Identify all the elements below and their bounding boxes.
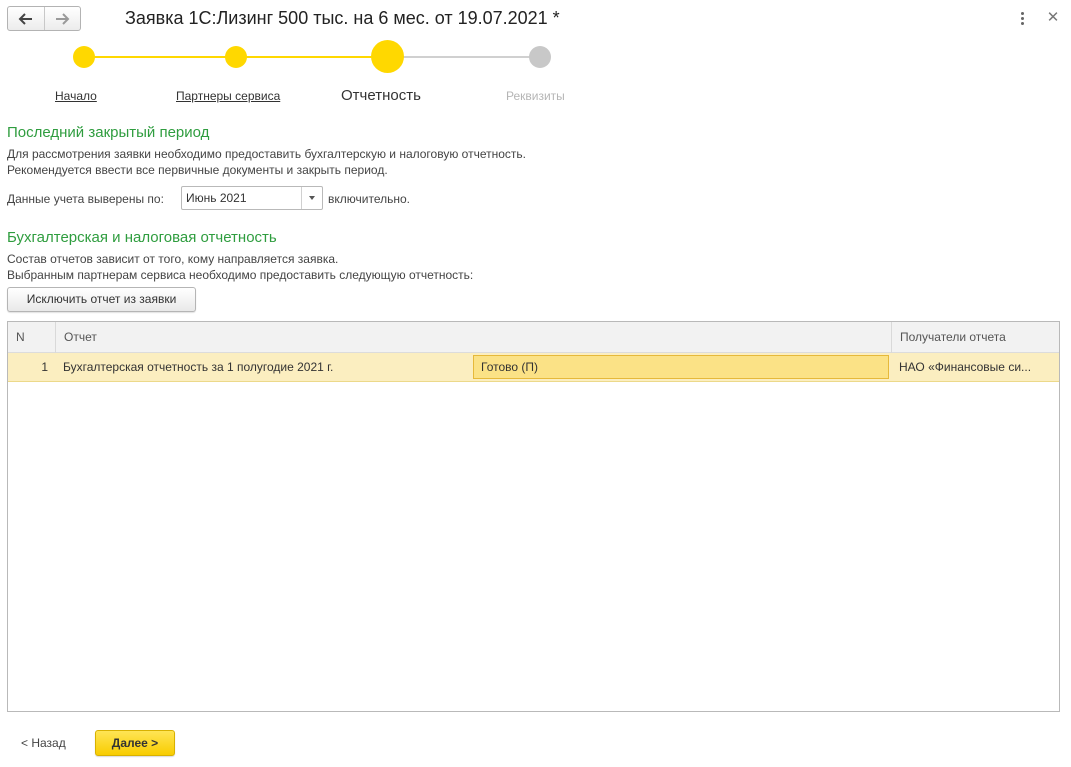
period-select-value[interactable]: Июнь 2021 — [182, 187, 301, 209]
table-row[interactable]: 1 Бухгалтерская отчетность за 1 полугоди… — [8, 353, 1059, 382]
wizard-step-dot-partners[interactable] — [225, 46, 247, 68]
arrow-left-icon — [18, 12, 32, 25]
reports-table[interactable]: N Отчет Получатели отчета 1 Бухгалтерска… — [7, 321, 1060, 712]
column-header-num[interactable]: N — [8, 322, 55, 353]
wizard-step-dot-details — [529, 46, 551, 68]
dropdown-arrow-icon[interactable] — [301, 187, 322, 209]
more-options-icon[interactable] — [1016, 10, 1028, 26]
wizard-step-dot-reports — [371, 40, 404, 73]
wizard-line-future — [388, 56, 540, 58]
period-description-line-2: Рекомендуется ввести все первичные докум… — [7, 163, 388, 177]
reports-description-line-2: Выбранным партнерам сервиса необходимо п… — [7, 268, 474, 282]
row-status[interactable]: Готово (П) — [473, 355, 889, 379]
period-section-title: Последний закрытый период — [7, 124, 210, 141]
arrow-right-icon — [56, 12, 70, 25]
column-header-recipients[interactable]: Получатели отчета — [891, 322, 1059, 353]
reports-description-line-1: Состав отчетов зависит от того, кому нап… — [7, 252, 339, 266]
column-header-report[interactable]: Отчет — [55, 322, 891, 353]
forward-nav-button[interactable] — [43, 7, 81, 30]
reports-section-title: Бухгалтерская и налоговая отчетность — [7, 229, 277, 246]
navigation-buttons — [7, 6, 81, 31]
table-header: N Отчет Получатели отчета — [8, 322, 1059, 353]
wizard-step-start[interactable]: Начало — [55, 89, 97, 103]
next-button[interactable]: Далее > — [95, 730, 175, 756]
period-field-suffix: включительно. — [328, 192, 410, 206]
row-recipients[interactable]: НАО «Финансовые си... — [899, 353, 1057, 381]
window-title: Заявка 1С:Лизинг 500 тыс. на 6 мес. от 1… — [125, 8, 560, 28]
wizard-step-reports: Отчетность — [341, 87, 421, 104]
back-nav-button[interactable] — [8, 7, 44, 30]
wizard-step-details: Реквизиты — [506, 89, 565, 103]
period-field-label: Данные учета выверены по: — [7, 192, 164, 206]
period-select[interactable]: Июнь 2021 — [181, 186, 323, 210]
wizard-steps: Начало Партнеры сервиса Отчетность Рекви… — [0, 38, 620, 108]
back-button[interactable]: < Назад — [21, 736, 66, 750]
close-icon[interactable]: ✕ — [1045, 10, 1061, 26]
period-description-line-1: Для рассмотрения заявки необходимо предо… — [7, 147, 526, 161]
row-num: 1 — [41, 360, 48, 374]
row-report[interactable]: Бухгалтерская отчетность за 1 полугодие … — [63, 353, 463, 381]
wizard-step-dot-start[interactable] — [73, 46, 95, 68]
wizard-step-partners[interactable]: Партнеры сервиса — [176, 89, 280, 103]
exclude-report-button[interactable]: Исключить отчет из заявки — [7, 287, 196, 312]
